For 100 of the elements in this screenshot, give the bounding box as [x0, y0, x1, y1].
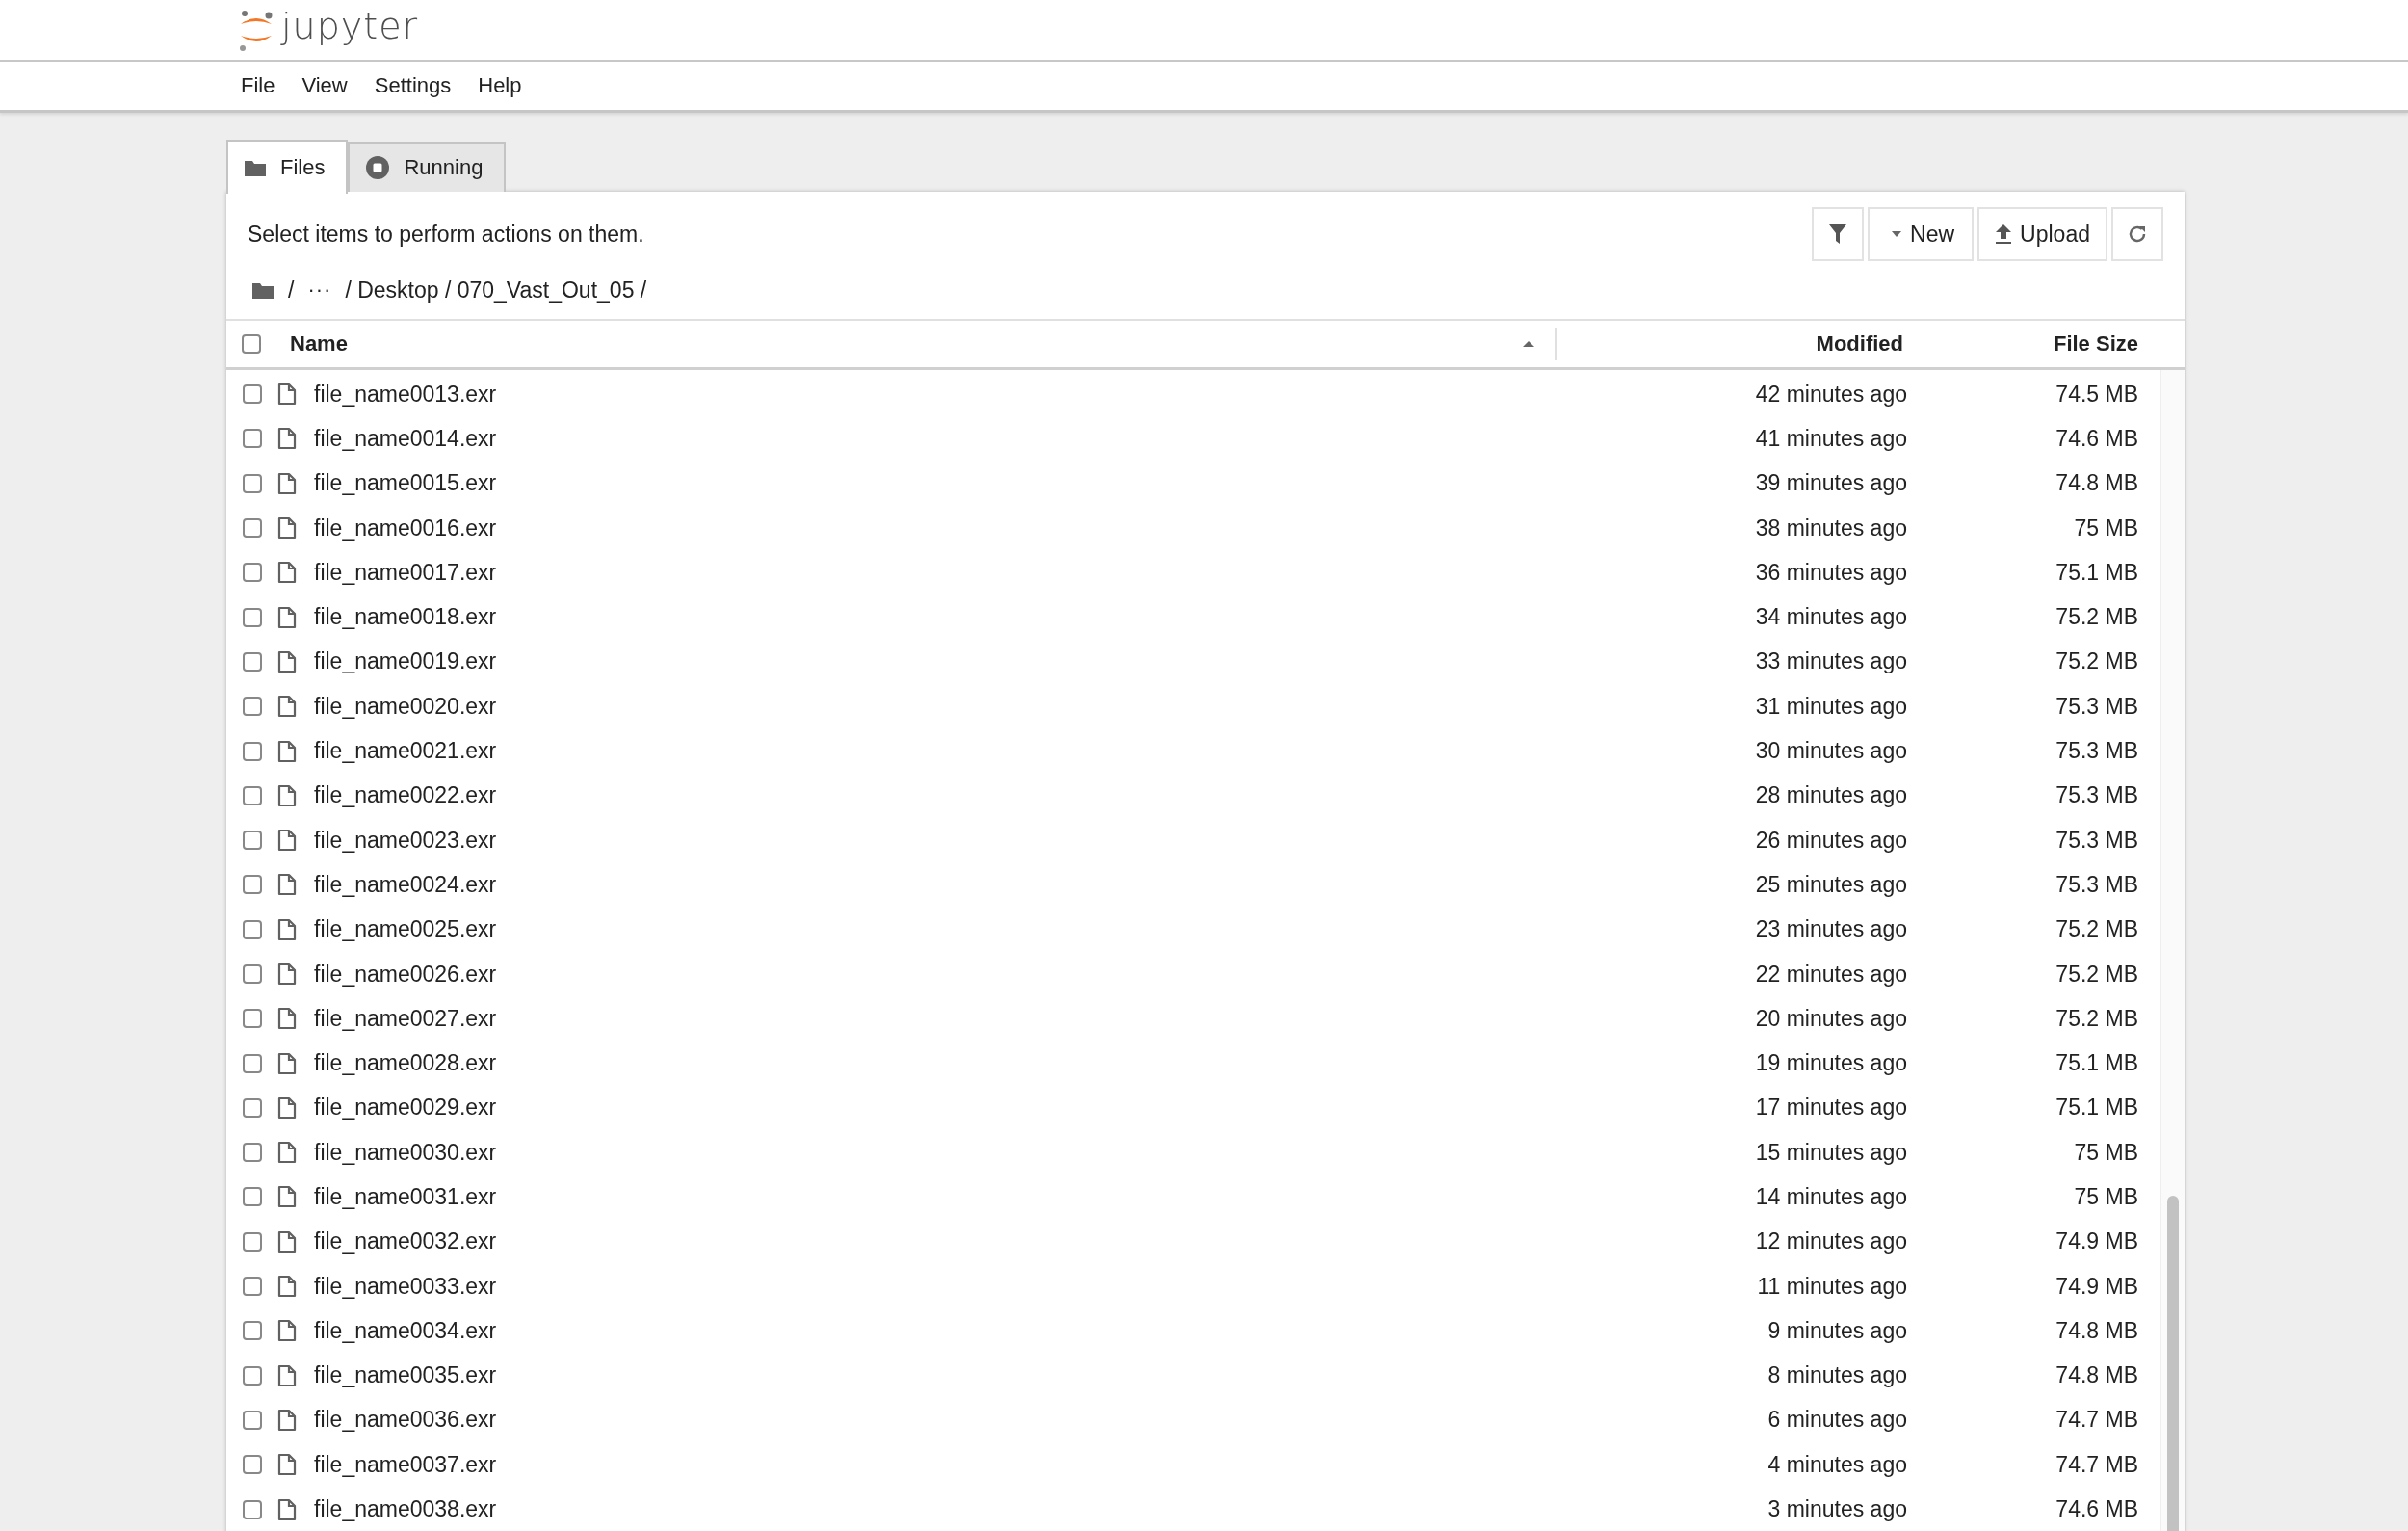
folder-icon: [244, 158, 267, 177]
modified-time: 14 minutes ago: [1754, 1184, 1907, 1210]
row-checkbox[interactable]: [243, 964, 262, 984]
row-checkbox[interactable]: [243, 831, 262, 851]
modified-time: 42 minutes ago: [1754, 381, 1907, 408]
breadcrumb-path[interactable]: / Desktop / 070_Vast_Out_05 /: [345, 277, 647, 304]
file-icon: [277, 516, 297, 541]
file-icon: [277, 917, 297, 941]
row-checkbox[interactable]: [243, 697, 262, 717]
file-name[interactable]: file_name0014.exr: [314, 425, 1522, 452]
row-checkbox[interactable]: [243, 1365, 262, 1386]
upload-icon: [1995, 224, 2013, 245]
file-icon: [277, 605, 297, 629]
tab[interactable]: Files: [226, 140, 349, 194]
row-checkbox[interactable]: [243, 518, 262, 539]
modified-time: 26 minutes ago: [1754, 827, 1907, 854]
row-checkbox[interactable]: [243, 919, 262, 939]
new-button[interactable]: New: [1868, 207, 1975, 261]
file-icon: [277, 1319, 297, 1343]
refresh-icon: [2127, 224, 2148, 245]
file-name[interactable]: file_name0026.exr: [314, 961, 1522, 988]
file-size: 75.3 MB: [2055, 738, 2138, 764]
row-checkbox[interactable]: [243, 1455, 262, 1475]
row-checkbox[interactable]: [243, 1143, 262, 1163]
tab[interactable]: Running: [348, 142, 507, 192]
row-checkbox[interactable]: [243, 563, 262, 583]
upload-button[interactable]: Upload: [1977, 207, 2107, 261]
file-name[interactable]: file_name0033.exr: [314, 1273, 1522, 1300]
folder-icon[interactable]: [251, 280, 275, 300]
select-all-checkbox[interactable]: [242, 334, 261, 354]
file-name[interactable]: file_name0021.exr: [314, 738, 1522, 764]
ellipsis-link[interactable]: ···: [307, 277, 332, 303]
refresh-button[interactable]: [2111, 207, 2163, 261]
filter-button[interactable]: [1812, 207, 1865, 261]
file-icon: [277, 1275, 297, 1299]
file-icon: [277, 561, 297, 585]
row-checkbox[interactable]: [243, 651, 262, 672]
file-name[interactable]: file_name0016.exr: [314, 515, 1522, 541]
row-checkbox[interactable]: [243, 875, 262, 895]
file-name[interactable]: file_name0017.exr: [314, 559, 1522, 586]
row-checkbox[interactable]: [243, 1097, 262, 1118]
file-name[interactable]: file_name0022.exr: [314, 782, 1522, 809]
file-name[interactable]: file_name0032.exr: [314, 1228, 1522, 1255]
menu-item[interactable]: Settings: [360, 67, 465, 104]
row-checkbox[interactable]: [243, 384, 262, 405]
row-checkbox[interactable]: [243, 1009, 262, 1029]
file-name[interactable]: file_name0028.exr: [314, 1050, 1522, 1077]
file-name[interactable]: file_name0018.exr: [314, 604, 1522, 631]
modified-time: 9 minutes ago: [1767, 1317, 1907, 1344]
file-name[interactable]: file_name0015.exr: [314, 470, 1522, 497]
row-checkbox[interactable]: [243, 1410, 262, 1430]
file-size: 75.3 MB: [2055, 693, 2138, 720]
file-name[interactable]: file_name0020.exr: [314, 693, 1522, 720]
menu-item[interactable]: Help: [464, 67, 536, 104]
file-icon: [277, 1141, 297, 1165]
menu-item[interactable]: File: [227, 67, 289, 104]
row-checkbox[interactable]: [243, 429, 262, 449]
file-name[interactable]: file_name0030.exr: [314, 1139, 1522, 1166]
column-header[interactable]: Modified: [1555, 328, 1926, 360]
file-icon: [277, 963, 297, 986]
file-name[interactable]: file_name0024.exr: [314, 871, 1522, 898]
modified-time: 38 minutes ago: [1754, 515, 1907, 541]
file-icon: [277, 695, 297, 719]
file-name[interactable]: file_name0023.exr: [314, 827, 1522, 854]
row-checkbox[interactable]: [243, 1499, 262, 1519]
column-header[interactable]: Name: [261, 321, 1555, 367]
file-name[interactable]: file_name0037.exr: [314, 1451, 1522, 1478]
row-checkbox[interactable]: [243, 473, 262, 493]
file-size: 75.2 MB: [2055, 648, 2138, 675]
file-name[interactable]: file_name0029.exr: [314, 1095, 1522, 1122]
file-name[interactable]: file_name0035.exr: [314, 1362, 1522, 1389]
row-checkbox[interactable]: [243, 741, 262, 761]
column-header[interactable]: File Size: [1926, 331, 2185, 356]
file-icon: [277, 649, 297, 673]
file-icon: [277, 383, 297, 407]
breadcrumb-path[interactable]: /: [288, 277, 295, 304]
row-checkbox[interactable]: [243, 1187, 262, 1207]
file-name[interactable]: file_name0013.exr: [314, 381, 1522, 408]
file-name[interactable]: file_name0027.exr: [314, 1005, 1522, 1032]
file-icon: [277, 1363, 297, 1387]
modified-time: 19 minutes ago: [1754, 1050, 1907, 1077]
row-checkbox[interactable]: [243, 1053, 262, 1073]
row-checkbox[interactable]: [243, 1277, 262, 1297]
file-name[interactable]: file_name0036.exr: [314, 1407, 1522, 1434]
file-name[interactable]: file_name0031.exr: [314, 1184, 1522, 1210]
row-checkbox[interactable]: [243, 1231, 262, 1252]
file-name[interactable]: file_name0025.exr: [314, 916, 1522, 943]
file-size: 74.9 MB: [2055, 1273, 2138, 1300]
file-size: 74.5 MB: [2055, 381, 2138, 408]
row-checkbox[interactable]: [243, 785, 262, 805]
row-checkbox[interactable]: [243, 607, 262, 627]
file-name[interactable]: file_name0019.exr: [314, 648, 1522, 675]
scrollbar[interactable]: [2160, 370, 2185, 1531]
file-name[interactable]: file_name0038.exr: [314, 1496, 1522, 1523]
menu-item[interactable]: View: [288, 67, 361, 104]
row-checkbox[interactable]: [243, 1321, 262, 1341]
file-size: 74.7 MB: [2055, 1451, 2138, 1478]
file-size: 75.3 MB: [2055, 871, 2138, 898]
modified-time: 8 minutes ago: [1767, 1362, 1907, 1389]
file-name[interactable]: file_name0034.exr: [314, 1317, 1522, 1344]
